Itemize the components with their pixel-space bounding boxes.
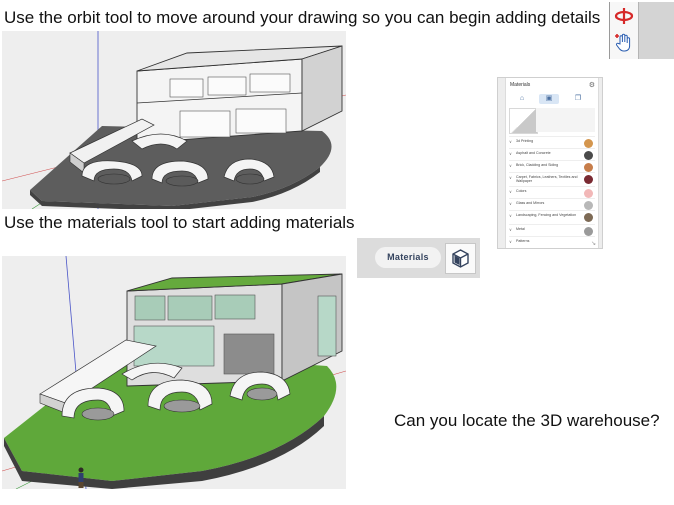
category-label: Patterns bbox=[516, 239, 530, 243]
category-label: 3d Printing bbox=[516, 139, 534, 143]
chevron-down-icon: ∨ bbox=[509, 189, 512, 194]
chevron-down-icon: ∨ bbox=[509, 163, 512, 168]
material-swatch bbox=[584, 163, 593, 172]
chevron-down-icon: ∨ bbox=[509, 139, 512, 144]
material-preview-area bbox=[536, 108, 595, 132]
materials-panel: Materials ⚙ ⌂ ▣ ❐ ∨ 3d Printing ∨ Asphal… bbox=[497, 77, 603, 249]
pan-hand-icon[interactable] bbox=[612, 31, 636, 55]
category-label: Colors bbox=[516, 189, 527, 193]
materials-button[interactable]: Materials bbox=[375, 247, 441, 268]
chevron-down-icon: ∨ bbox=[509, 151, 512, 156]
category-row[interactable]: ∨ Patterns bbox=[509, 236, 595, 249]
orbit-instruction-text: Use the orbit tool to move around your d… bbox=[4, 8, 601, 27]
material-swatch bbox=[584, 213, 593, 222]
category-label: Glass and Mirrors bbox=[516, 201, 545, 205]
warehouse-question-text: Can you locate the 3D warehouse? bbox=[394, 411, 660, 430]
materials-instruction-text: Use the materials tool to start adding m… bbox=[4, 213, 355, 232]
materials-toolbar: Materials bbox=[357, 238, 480, 278]
material-preview-swatch bbox=[509, 108, 538, 134]
chevron-down-icon: ∨ bbox=[509, 227, 512, 232]
browse-materials-icon[interactable]: ▣ bbox=[539, 94, 559, 104]
category-row[interactable]: ∨ Carpet, Fabrics, Leathers, Textiles an… bbox=[509, 172, 595, 187]
edit-materials-icon[interactable]: ❐ bbox=[568, 94, 588, 104]
chevron-down-icon: ∨ bbox=[509, 201, 512, 206]
materials-panel-content: Materials ⚙ ⌂ ▣ ❐ ∨ 3d Printing ∨ Asphal… bbox=[505, 78, 599, 248]
materials-panel-title: Materials bbox=[510, 82, 531, 88]
material-swatch bbox=[584, 189, 593, 198]
resize-grip-icon[interactable]: ↘ bbox=[591, 240, 596, 247]
chevron-down-icon: ∨ bbox=[509, 239, 512, 244]
material-swatch bbox=[584, 201, 593, 210]
material-swatch bbox=[584, 227, 593, 236]
material-swatch bbox=[584, 151, 593, 160]
home-icon[interactable]: ⌂ bbox=[512, 94, 532, 104]
material-swatch bbox=[584, 139, 593, 148]
model-viewport-textured[interactable] bbox=[2, 256, 346, 489]
camera-toolbar bbox=[609, 2, 674, 59]
category-label: Metal bbox=[516, 227, 525, 231]
chevron-down-icon: ∨ bbox=[509, 175, 512, 180]
settings-icon[interactable]: ⚙ bbox=[589, 81, 595, 89]
category-label: Landscaping, Fencing and Vegetation bbox=[516, 213, 577, 217]
orbit-icon[interactable] bbox=[612, 5, 636, 29]
chevron-down-icon: ∨ bbox=[509, 213, 512, 218]
materials-cube-icon[interactable] bbox=[445, 243, 476, 274]
category-label: Brick, Cladding and Siding bbox=[516, 163, 559, 167]
category-row[interactable]: ∨ Landscaping, Fencing and Vegetation bbox=[509, 210, 595, 225]
category-label: Asphalt and Concrete bbox=[516, 151, 551, 155]
category-label: Carpet, Fabrics, Leathers, Textiles and … bbox=[516, 175, 578, 184]
material-swatch bbox=[584, 175, 593, 184]
model-viewport-untextured[interactable] bbox=[2, 31, 346, 209]
